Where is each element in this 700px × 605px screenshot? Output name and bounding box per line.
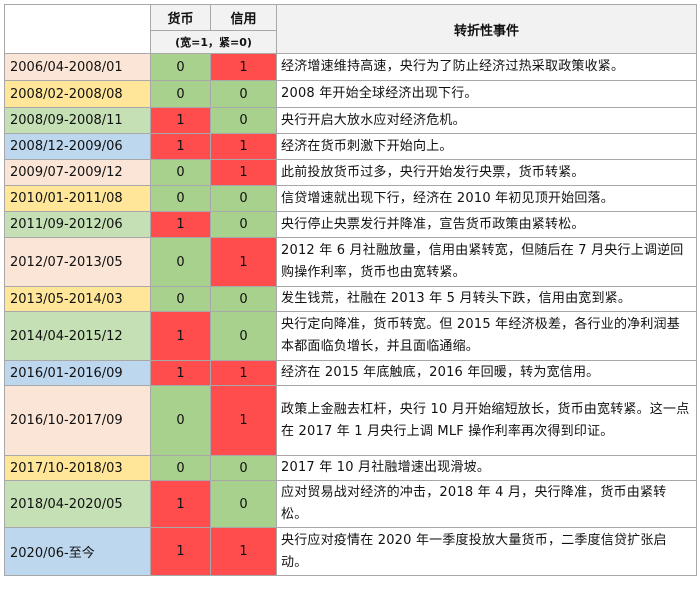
credit-cell: 0 <box>210 480 277 528</box>
event-cell: 2012 年 6 月社融放量，信用由紧转宽，但随后在 7 月央行上调逆回购操作利… <box>276 237 697 287</box>
currency-cell: 0 <box>150 159 211 186</box>
policy-table: 货币 信用 转折性事件 (宽=1，紧=0) 2006/04-2008/01 0 1 经… <box>4 4 697 576</box>
credit-cell: 1 <box>210 360 277 386</box>
currency-cell: 0 <box>150 286 211 312</box>
currency-cell: 0 <box>150 237 211 287</box>
currency-cell: 1 <box>150 527 211 576</box>
period-cell: 2020/06-至今 <box>4 527 151 576</box>
period-cell: 2011/09-2012/06 <box>4 211 151 238</box>
currency-cell: 1 <box>150 107 211 134</box>
event-cell: 经济在 2015 年底触底，2016 年回暖，转为宽信用。 <box>276 360 697 386</box>
legend-note: (宽=1，紧=0) <box>150 30 277 54</box>
period-cell: 2016/10-2017/09 <box>4 385 151 456</box>
credit-cell: 0 <box>210 286 277 312</box>
events-header: 转折性事件 <box>276 4 697 54</box>
table-row: 2016/01-2016/09 1 1 经济在 2015 年底触底，2016 年回暖，… <box>4 360 697 386</box>
table-row: 2006/04-2008/01 0 1 经济增速维持高速，央行为了防止经济过热采取政策… <box>4 53 697 81</box>
currency-cell: 0 <box>150 455 211 481</box>
currency-cell: 1 <box>150 360 211 386</box>
period-cell: 2006/04-2008/01 <box>4 53 151 81</box>
period-cell: 2012/07-2013/05 <box>4 237 151 287</box>
event-cell: 信贷增速就出现下行，经济在 2010 年初见顶开始回落。 <box>276 185 697 212</box>
credit-cell: 0 <box>210 311 277 361</box>
table-row: 2020/06-至今 1 1 央行应对疫情在 2020 年一季度投放大量货币，二季度信… <box>4 527 697 576</box>
event-cell: 经济增速维持高速，央行为了防止经济过热采取政策收紧。 <box>276 53 697 81</box>
credit-cell: 0 <box>210 107 277 134</box>
period-cell: 2017/10-2018/03 <box>4 455 151 481</box>
credit-cell: 1 <box>210 527 277 576</box>
event-cell: 央行应对疫情在 2020 年一季度投放大量货币，二季度信贷扩张启动。 <box>276 527 697 576</box>
credit-header: 信用 <box>210 4 277 31</box>
event-cell: 发生钱荒，社融在 2013 年 5 月转头下跌，信用由宽到紧。 <box>276 286 697 312</box>
table-row: 2014/04-2015/12 1 0 央行定向降准，货币转宽。但 2015 年经济极… <box>4 311 697 361</box>
currency-cell: 1 <box>150 211 211 238</box>
currency-header: 货币 <box>150 4 211 31</box>
currency-cell: 1 <box>150 480 211 528</box>
event-cell: 央行停止央票发行并降准，宣告货币政策由紧转松。 <box>276 211 697 238</box>
event-cell: 央行开启大放水应对经济危机。 <box>276 107 697 134</box>
credit-cell: 0 <box>210 185 277 212</box>
event-cell: 政策上金融去杠杆，央行 10 月开始缩短放长，货币由宽转紧。这一点在 2017 … <box>276 385 697 456</box>
table-row: 2012/07-2013/05 0 1 2012 年 6 月社融放量，信用由紧转宽，但… <box>4 237 697 287</box>
event-cell: 2017 年 10 月社融增速出现滑坡。 <box>276 455 697 481</box>
table-row: 2010/01-2011/08 0 0 信贷增速就出现下行，经济在 2010 年初见顶… <box>4 185 697 212</box>
period-cell: 2010/01-2011/08 <box>4 185 151 212</box>
table-row: 2017/10-2018/03 0 0 2017 年 10 月社融增速出现滑坡。 <box>4 455 697 481</box>
period-cell: 2016/01-2016/09 <box>4 360 151 386</box>
currency-cell: 0 <box>150 53 211 81</box>
header-row: 货币 信用 转折性事件 <box>4 4 697 54</box>
table-body: 2006/04-2008/01 0 1 经济增速维持高速，央行为了防止经济过热采取政策… <box>4 53 697 576</box>
table-row: 2011/09-2012/06 1 0 央行停止央票发行并降准，宣告货币政策由紧转松。 <box>4 211 697 238</box>
credit-cell: 0 <box>210 211 277 238</box>
credit-cell: 0 <box>210 455 277 481</box>
table-row: 2008/02-2008/08 0 0 2008 年开始全球经济出现下行。 <box>4 80 697 108</box>
credit-cell: 1 <box>210 133 277 160</box>
period-cell: 2009/07-2009/12 <box>4 159 151 186</box>
period-cell: 2008/12-2009/06 <box>4 133 151 160</box>
table-row: 2009/07-2009/12 0 1 此前投放货币过多，央行开始发行央票，货币转紧。 <box>4 159 697 186</box>
event-cell: 应对贸易战对经济的冲击，2018 年 4 月，央行降准，货币由紧转松。 <box>276 480 697 528</box>
event-cell: 此前投放货币过多，央行开始发行央票，货币转紧。 <box>276 159 697 186</box>
period-cell: 2008/02-2008/08 <box>4 80 151 108</box>
credit-cell: 1 <box>210 53 277 81</box>
credit-cell: 0 <box>210 80 277 108</box>
credit-cell: 1 <box>210 385 277 456</box>
period-cell: 2014/04-2015/12 <box>4 311 151 361</box>
credit-cell: 1 <box>210 159 277 186</box>
table-row: 2008/09-2008/11 1 0 央行开启大放水应对经济危机。 <box>4 107 697 134</box>
currency-cell: 1 <box>150 311 211 361</box>
currency-cell: 1 <box>150 133 211 160</box>
table-row: 2008/12-2009/06 1 1 经济在货币刺激下开始向上。 <box>4 133 697 160</box>
period-cell: 2018/04-2020/05 <box>4 480 151 528</box>
table-row: 2013/05-2014/03 0 0 发生钱荒，社融在 2013 年 5 月转头下跌… <box>4 286 697 312</box>
period-header-cell <box>4 4 151 54</box>
currency-cell: 0 <box>150 385 211 456</box>
event-cell: 央行定向降准，货币转宽。但 2015 年经济极差，各行业的净利润基本都面临负增长… <box>276 311 697 361</box>
currency-cell: 0 <box>150 185 211 212</box>
event-cell: 经济在货币刺激下开始向上。 <box>276 133 697 160</box>
period-cell: 2013/05-2014/03 <box>4 286 151 312</box>
currency-cell: 0 <box>150 80 211 108</box>
period-cell: 2008/09-2008/11 <box>4 107 151 134</box>
credit-cell: 1 <box>210 237 277 287</box>
table-row: 2018/04-2020/05 1 0 应对贸易战对经济的冲击，2018 年 4 月，… <box>4 480 697 528</box>
table-row: 2016/10-2017/09 0 1 政策上金融去杠杆，央行 10 月开始缩短放长，… <box>4 385 697 456</box>
event-cell: 2008 年开始全球经济出现下行。 <box>276 80 697 108</box>
